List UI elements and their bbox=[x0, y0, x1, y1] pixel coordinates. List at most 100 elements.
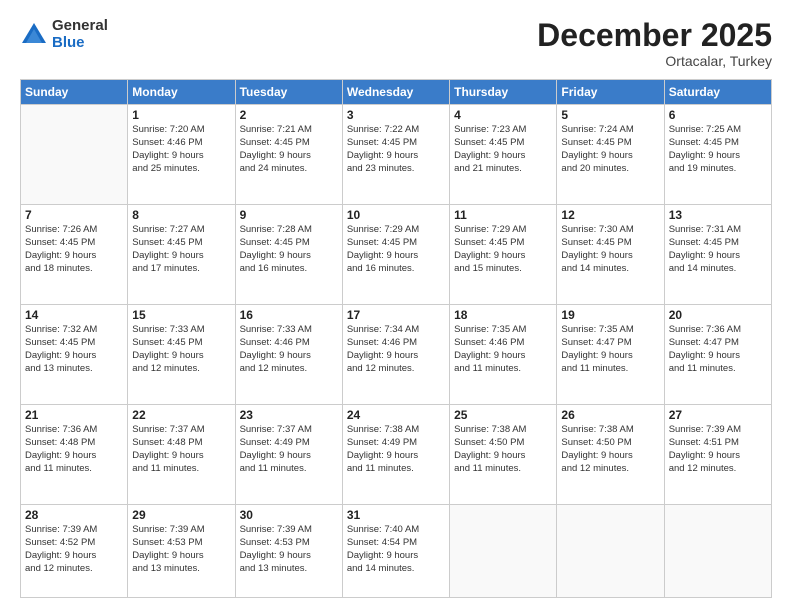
calendar-cell: 6 Sunrise: 7:25 AM Sunset: 4:45 PM Daylig… bbox=[664, 105, 771, 205]
calendar: SundayMondayTuesdayWednesdayThursdayFrid… bbox=[20, 79, 772, 598]
day-info: Sunrise: 7:30 AM Sunset: 4:45 PM Dayligh… bbox=[561, 224, 659, 275]
day-number: 27 bbox=[669, 408, 767, 422]
day-info: Sunrise: 7:39 AM Sunset: 4:53 PM Dayligh… bbox=[132, 524, 230, 575]
calendar-week-row: 1 Sunrise: 7:20 AM Sunset: 4:46 PM Daylig… bbox=[21, 105, 772, 205]
day-number: 23 bbox=[240, 408, 338, 422]
calendar-cell: 15 Sunrise: 7:33 AM Sunset: 4:45 PM Dayli… bbox=[128, 305, 235, 405]
day-info: Sunrise: 7:36 AM Sunset: 4:48 PM Dayligh… bbox=[25, 424, 123, 475]
day-number: 5 bbox=[561, 108, 659, 122]
day-info: Sunrise: 7:34 AM Sunset: 4:46 PM Dayligh… bbox=[347, 324, 445, 375]
calendar-cell: 17 Sunrise: 7:34 AM Sunset: 4:46 PM Dayli… bbox=[342, 305, 449, 405]
day-number: 14 bbox=[25, 308, 123, 322]
title-block: December 2025 Ortacalar, Turkey bbox=[537, 18, 772, 69]
day-number: 25 bbox=[454, 408, 552, 422]
day-info: Sunrise: 7:26 AM Sunset: 4:45 PM Dayligh… bbox=[25, 224, 123, 275]
calendar-cell: 26 Sunrise: 7:38 AM Sunset: 4:50 PM Dayli… bbox=[557, 405, 664, 505]
calendar-cell: 30 Sunrise: 7:39 AM Sunset: 4:53 PM Dayli… bbox=[235, 505, 342, 598]
calendar-week-row: 14 Sunrise: 7:32 AM Sunset: 4:45 PM Dayli… bbox=[21, 305, 772, 405]
page: General Blue December 2025 Ortacalar, Tu… bbox=[0, 0, 792, 612]
calendar-header-friday: Friday bbox=[557, 80, 664, 105]
logo-text: General Blue bbox=[52, 18, 108, 51]
month-title: December 2025 bbox=[537, 18, 772, 53]
day-number: 17 bbox=[347, 308, 445, 322]
day-info: Sunrise: 7:21 AM Sunset: 4:45 PM Dayligh… bbox=[240, 124, 338, 175]
day-info: Sunrise: 7:27 AM Sunset: 4:45 PM Dayligh… bbox=[132, 224, 230, 275]
day-number: 21 bbox=[25, 408, 123, 422]
calendar-cell: 28 Sunrise: 7:39 AM Sunset: 4:52 PM Dayli… bbox=[21, 505, 128, 598]
day-number: 18 bbox=[454, 308, 552, 322]
day-number: 12 bbox=[561, 208, 659, 222]
calendar-week-row: 7 Sunrise: 7:26 AM Sunset: 4:45 PM Daylig… bbox=[21, 205, 772, 305]
calendar-week-row: 28 Sunrise: 7:39 AM Sunset: 4:52 PM Dayli… bbox=[21, 505, 772, 598]
day-number: 13 bbox=[669, 208, 767, 222]
calendar-cell: 4Sunrise: 7:23 AM Sunset: 4:45 PM Daylig… bbox=[450, 105, 557, 205]
day-number: 30 bbox=[240, 508, 338, 522]
day-info: Sunrise: 7:31 AM Sunset: 4:45 PM Dayligh… bbox=[669, 224, 767, 275]
location: Ortacalar, Turkey bbox=[537, 53, 772, 69]
day-info: Sunrise: 7:33 AM Sunset: 4:46 PM Dayligh… bbox=[240, 324, 338, 375]
calendar-cell: 12 Sunrise: 7:30 AM Sunset: 4:45 PM Dayli… bbox=[557, 205, 664, 305]
day-number: 11 bbox=[454, 208, 552, 222]
calendar-cell: 16 Sunrise: 7:33 AM Sunset: 4:46 PM Dayli… bbox=[235, 305, 342, 405]
calendar-cell: 8 Sunrise: 7:27 AM Sunset: 4:45 PM Daylig… bbox=[128, 205, 235, 305]
day-info: Sunrise: 7:38 AM Sunset: 4:50 PM Dayligh… bbox=[561, 424, 659, 475]
day-number: 29 bbox=[132, 508, 230, 522]
day-info: Sunrise: 7:29 AM Sunset: 4:45 PM Dayligh… bbox=[347, 224, 445, 275]
calendar-cell: 10 Sunrise: 7:29 AM Sunset: 4:45 PM Dayli… bbox=[342, 205, 449, 305]
calendar-header-sunday: Sunday bbox=[21, 80, 128, 105]
day-number: 7 bbox=[25, 208, 123, 222]
day-number: 15 bbox=[132, 308, 230, 322]
header: General Blue December 2025 Ortacalar, Tu… bbox=[20, 18, 772, 69]
calendar-cell bbox=[557, 505, 664, 598]
day-number: 10 bbox=[347, 208, 445, 222]
calendar-cell bbox=[21, 105, 128, 205]
calendar-cell: 14 Sunrise: 7:32 AM Sunset: 4:45 PM Dayli… bbox=[21, 305, 128, 405]
calendar-cell: 18 Sunrise: 7:35 AM Sunset: 4:46 PM Dayli… bbox=[450, 305, 557, 405]
calendar-cell: 22Sunrise: 7:37 AM Sunset: 4:48 PM Dayli… bbox=[128, 405, 235, 505]
day-info: Sunrise: 7:40 AM Sunset: 4:54 PM Dayligh… bbox=[347, 524, 445, 575]
day-number: 28 bbox=[25, 508, 123, 522]
day-info: Sunrise: 7:37 AM Sunset: 4:49 PM Dayligh… bbox=[240, 424, 338, 475]
day-number: 16 bbox=[240, 308, 338, 322]
day-info: Sunrise: 7:24 AM Sunset: 4:45 PM Dayligh… bbox=[561, 124, 659, 175]
day-number: 8 bbox=[132, 208, 230, 222]
day-number: 3 bbox=[347, 108, 445, 122]
day-info: Sunrise: 7:25 AM Sunset: 4:45 PM Dayligh… bbox=[669, 124, 767, 175]
calendar-cell: 9Sunrise: 7:28 AM Sunset: 4:45 PM Daylig… bbox=[235, 205, 342, 305]
calendar-cell: 24Sunrise: 7:38 AM Sunset: 4:49 PM Dayli… bbox=[342, 405, 449, 505]
day-number: 20 bbox=[669, 308, 767, 322]
day-info: Sunrise: 7:39 AM Sunset: 4:53 PM Dayligh… bbox=[240, 524, 338, 575]
day-number: 26 bbox=[561, 408, 659, 422]
calendar-cell: 19Sunrise: 7:35 AM Sunset: 4:47 PM Dayli… bbox=[557, 305, 664, 405]
day-number: 9 bbox=[240, 208, 338, 222]
day-info: Sunrise: 7:33 AM Sunset: 4:45 PM Dayligh… bbox=[132, 324, 230, 375]
calendar-header-thursday: Thursday bbox=[450, 80, 557, 105]
day-info: Sunrise: 7:32 AM Sunset: 4:45 PM Dayligh… bbox=[25, 324, 123, 375]
day-info: Sunrise: 7:23 AM Sunset: 4:45 PM Dayligh… bbox=[454, 124, 552, 175]
calendar-cell: 20Sunrise: 7:36 AM Sunset: 4:47 PM Dayli… bbox=[664, 305, 771, 405]
logo-blue-text: Blue bbox=[52, 35, 108, 52]
day-info: Sunrise: 7:39 AM Sunset: 4:52 PM Dayligh… bbox=[25, 524, 123, 575]
calendar-header-tuesday: Tuesday bbox=[235, 80, 342, 105]
calendar-cell bbox=[664, 505, 771, 598]
logo: General Blue bbox=[20, 18, 108, 51]
day-info: Sunrise: 7:38 AM Sunset: 4:50 PM Dayligh… bbox=[454, 424, 552, 475]
day-number: 6 bbox=[669, 108, 767, 122]
calendar-cell: 13 Sunrise: 7:31 AM Sunset: 4:45 PM Dayli… bbox=[664, 205, 771, 305]
day-info: Sunrise: 7:35 AM Sunset: 4:46 PM Dayligh… bbox=[454, 324, 552, 375]
calendar-cell bbox=[450, 505, 557, 598]
day-number: 31 bbox=[347, 508, 445, 522]
calendar-cell: 7 Sunrise: 7:26 AM Sunset: 4:45 PM Daylig… bbox=[21, 205, 128, 305]
calendar-header-monday: Monday bbox=[128, 80, 235, 105]
day-info: Sunrise: 7:37 AM Sunset: 4:48 PM Dayligh… bbox=[132, 424, 230, 475]
logo-general-text: General bbox=[52, 18, 108, 35]
day-info: Sunrise: 7:35 AM Sunset: 4:47 PM Dayligh… bbox=[561, 324, 659, 375]
calendar-cell: 2Sunrise: 7:21 AM Sunset: 4:45 PM Daylig… bbox=[235, 105, 342, 205]
day-number: 24 bbox=[347, 408, 445, 422]
calendar-cell: 1 Sunrise: 7:20 AM Sunset: 4:46 PM Daylig… bbox=[128, 105, 235, 205]
day-number: 1 bbox=[132, 108, 230, 122]
calendar-header-wednesday: Wednesday bbox=[342, 80, 449, 105]
calendar-header-saturday: Saturday bbox=[664, 80, 771, 105]
calendar-week-row: 21 Sunrise: 7:36 AM Sunset: 4:48 PM Dayli… bbox=[21, 405, 772, 505]
day-info: Sunrise: 7:20 AM Sunset: 4:46 PM Dayligh… bbox=[132, 124, 230, 175]
